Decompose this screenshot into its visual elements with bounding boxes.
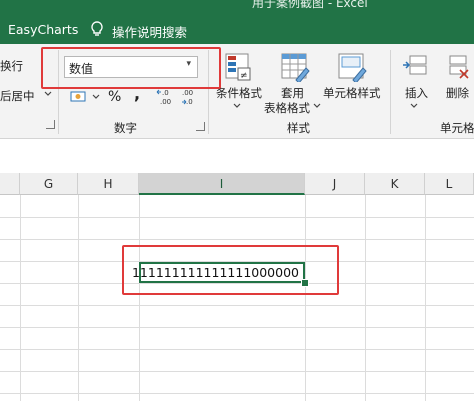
format-highlight-box [41, 47, 221, 89]
format-as-table-icon[interactable] [280, 52, 310, 82]
chevron-down-icon[interactable] [313, 102, 321, 110]
cell-styles-button[interactable]: 单元格样式 [323, 85, 381, 101]
column-line [365, 195, 366, 401]
column-line [20, 195, 21, 401]
cell-highlight-box [122, 245, 339, 295]
chevron-down-icon[interactable] [92, 93, 100, 101]
row-line [0, 217, 474, 218]
svg-text:.0: .0 [186, 98, 193, 106]
column-header-g[interactable]: G [20, 173, 78, 195]
column-header-i[interactable]: I [139, 173, 305, 195]
column-header-h[interactable]: H [78, 173, 139, 195]
row-line [0, 393, 474, 394]
row-line [0, 239, 474, 240]
svg-text:.0: .0 [162, 89, 169, 97]
ribbon-tab-bar: EasyCharts 操作说明搜索 [0, 14, 474, 44]
row-line [0, 349, 474, 350]
svg-text:≠: ≠ [240, 71, 248, 81]
formula-area [0, 139, 474, 173]
styles-group-label: 样式 [287, 121, 310, 135]
cell-styles-icon[interactable] [337, 52, 367, 82]
chevron-down-icon[interactable] [233, 102, 241, 110]
number-launcher-icon[interactable] [196, 122, 205, 131]
chevron-down-icon[interactable] [410, 102, 418, 110]
wrap-text-button[interactable]: 换行 [0, 58, 23, 74]
column-header-l[interactable]: L [425, 173, 474, 195]
conditional-formatting-button[interactable]: 条件格式 [216, 85, 262, 101]
merge-center-button[interactable]: 后居中 [0, 88, 35, 104]
lightbulb-icon[interactable] [90, 21, 104, 37]
conditional-formatting-icon[interactable]: ≠ [224, 52, 254, 82]
decrease-decimal-icon[interactable]: .00 .0 [180, 87, 202, 107]
percent-style-button[interactable]: % [108, 89, 121, 105]
insert-cells-icon[interactable] [402, 54, 428, 82]
title-bar: 用于案例截图 - Excel [0, 0, 474, 14]
alignment-launcher-icon[interactable] [46, 120, 55, 129]
delete-button[interactable]: 删除 [446, 85, 469, 101]
column-header-j[interactable]: J [305, 173, 365, 195]
column-header-partial[interactable] [0, 173, 20, 195]
svg-text:.00: .00 [160, 98, 171, 106]
delete-cells-icon[interactable] [446, 54, 472, 82]
chevron-down-icon[interactable] [44, 90, 52, 98]
tell-me-search[interactable]: 操作说明搜索 [112, 22, 187, 41]
column-line [139, 195, 140, 401]
svg-text:.00: .00 [182, 89, 193, 97]
accounting-format-icon[interactable] [70, 88, 90, 106]
row-line [0, 327, 474, 328]
window-title: 用于案例截图 - Excel [252, 0, 368, 10]
row-line [0, 305, 474, 306]
column-line [305, 195, 306, 401]
row-line [0, 371, 474, 372]
format-as-table-button[interactable]: 套用 [281, 85, 304, 101]
insert-button[interactable]: 插入 [405, 85, 428, 101]
column-header-k[interactable]: K [365, 173, 425, 195]
number-group-label: 数字 [114, 121, 137, 135]
column-line [425, 195, 426, 401]
format-as-table-label: 表格格式 [264, 101, 310, 115]
group-separator [390, 50, 391, 134]
cells-group-label: 单元格 [440, 121, 474, 135]
column-line [78, 195, 79, 401]
tab-easycharts[interactable]: EasyCharts [8, 22, 78, 37]
increase-decimal-icon[interactable]: .0 .00 [156, 87, 178, 107]
